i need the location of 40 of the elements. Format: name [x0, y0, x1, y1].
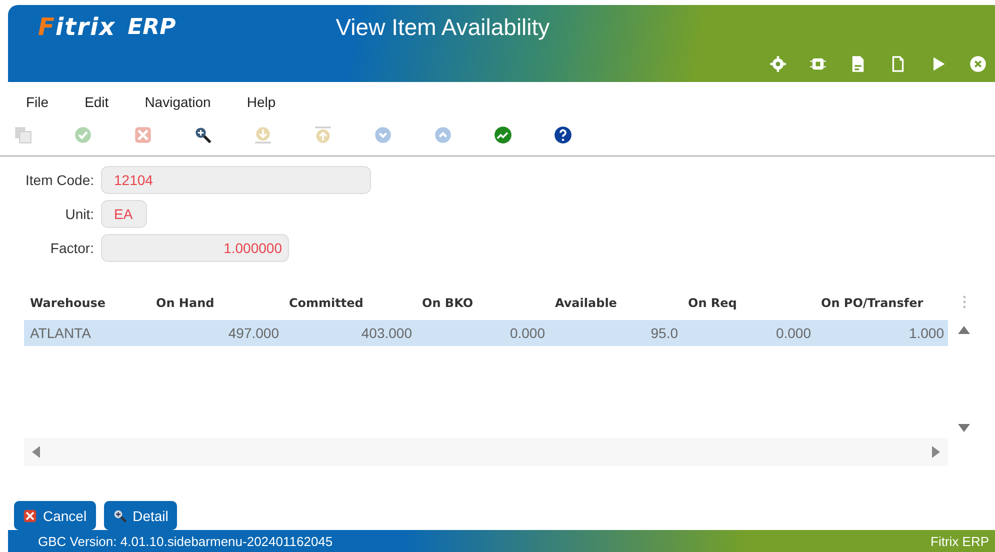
help-icon[interactable] [554, 126, 572, 144]
app-name: Fitrix ERP [930, 534, 989, 549]
zoom-icon [112, 508, 127, 523]
horizontal-scrollbar[interactable] [24, 438, 948, 466]
column-header[interactable]: On Hand [150, 286, 283, 320]
field-label: Item Code: [24, 172, 94, 188]
table-cell: 497.000 [150, 320, 283, 346]
scroll-up-icon[interactable] [958, 326, 970, 334]
cancel-button[interactable]: Cancel [14, 501, 96, 530]
column-header[interactable]: On Req [682, 286, 815, 320]
table-cell: 1.000 [815, 320, 948, 346]
app-logo: Fitrix [38, 13, 116, 41]
scroll-left-icon[interactable] [32, 446, 40, 458]
detail-button[interactable]: Detail [104, 501, 178, 530]
table-cell: 0.000 [416, 320, 549, 346]
zoom-icon[interactable] [194, 126, 212, 144]
table-cell: 0.000 [682, 320, 815, 346]
table-cell: 95.0 [549, 320, 682, 346]
column-header[interactable]: On BKO [416, 286, 549, 320]
menu-item[interactable]: Navigation [144, 94, 211, 110]
scroll-down-icon[interactable] [958, 424, 970, 432]
field-label: Factor: [49, 240, 94, 256]
field-label: Unit: [64, 206, 94, 222]
menu-item[interactable]: Help [246, 94, 276, 110]
column-header[interactable]: On PO/Transfer [815, 286, 948, 320]
close-icon[interactable] [969, 55, 987, 73]
version-text: GBC Version: 4.01.10.sidebarmenu-202401162045 [38, 534, 333, 549]
scroll-right-icon[interactable] [932, 446, 940, 458]
table-cell: 403.000 [283, 320, 416, 346]
table-cell: ATLANTA [24, 320, 150, 346]
column-header[interactable]: Committed [283, 286, 416, 320]
menu-item[interactable]: File [26, 94, 49, 110]
logo-suffix: ERP [128, 14, 176, 40]
chart-icon[interactable] [494, 126, 512, 144]
window-title: View Item Availability [336, 14, 550, 40]
cancel-icon [23, 508, 37, 523]
column-header[interactable]: Available [549, 286, 682, 320]
column-header[interactable]: Warehouse [24, 286, 150, 320]
settings-icon[interactable] [769, 55, 787, 73]
menu-item[interactable]: Edit [84, 94, 109, 110]
